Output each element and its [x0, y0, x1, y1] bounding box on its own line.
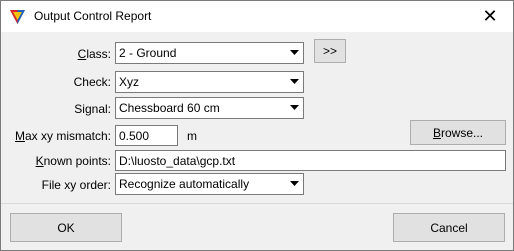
- check-label: Check:: [73, 75, 111, 89]
- ok-button[interactable]: OK: [10, 213, 122, 242]
- cancel-button[interactable]: Cancel: [393, 213, 505, 242]
- file-xy-order-value: Recognize automatically: [119, 177, 250, 191]
- max-xy-mismatch-unit: m: [187, 129, 197, 143]
- signal-label: Signal:: [74, 102, 111, 116]
- class-value: 2 - Ground: [119, 46, 177, 60]
- chevron-down-icon: [286, 98, 303, 118]
- signal-dropdown[interactable]: Chessboard 60 cm: [115, 97, 304, 119]
- close-icon: ✕: [482, 6, 498, 26]
- terrasolid-tool-icon: [9, 8, 26, 25]
- check-dropdown[interactable]: Xyz: [115, 71, 304, 93]
- chevron-down-icon: [286, 43, 303, 63]
- title-bar: Output Control Report ✕: [1, 1, 513, 32]
- dialog-footer: OK Cancel: [1, 203, 513, 250]
- known-points-label: Known points:: [35, 154, 111, 168]
- file-xy-order-dropdown[interactable]: Recognize automatically: [115, 173, 304, 195]
- max-xy-mismatch-label: Max xy mismatch:: [14, 129, 111, 143]
- expand-classes-button[interactable]: >>: [314, 39, 346, 63]
- file-xy-order-label: File xy order:: [41, 178, 111, 192]
- chevron-down-icon: [286, 174, 303, 194]
- signal-value: Chessboard 60 cm: [119, 101, 220, 115]
- chevron-down-icon: [286, 72, 303, 92]
- close-button[interactable]: ✕: [467, 1, 513, 32]
- class-dropdown[interactable]: 2 - Ground: [115, 42, 304, 64]
- known-points-input[interactable]: D:\luosto_data\gcp.txt: [115, 150, 506, 171]
- window-title: Output Control Report: [34, 9, 152, 23]
- dialog-window: Output Control Report ✕ Class: 2 - Groun…: [0, 0, 514, 251]
- max-xy-mismatch-input[interactable]: 0.500: [115, 125, 178, 146]
- class-label: Class:: [77, 47, 111, 61]
- check-value: Xyz: [119, 75, 140, 89]
- browse-button[interactable]: Browse...: [410, 120, 506, 145]
